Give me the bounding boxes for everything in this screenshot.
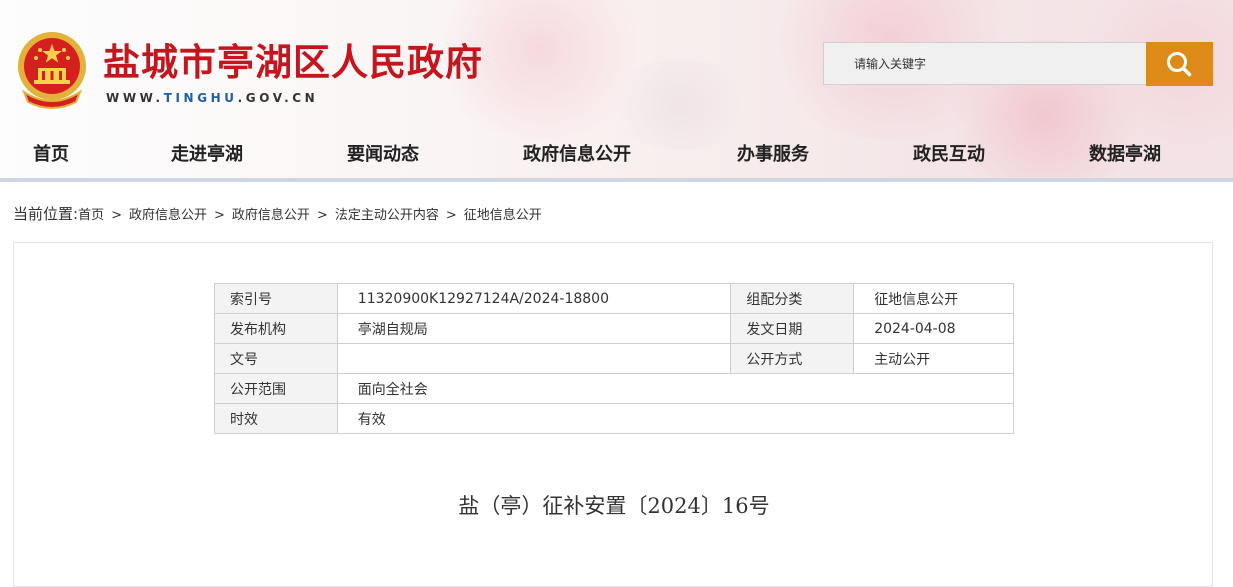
content-panel: 索引号 11320900K12927124A/2024-18800 组配分类 征… <box>13 242 1213 587</box>
search-button[interactable] <box>1146 42 1213 86</box>
breadcrumb-item[interactable]: 征地信息公开 <box>464 208 542 223</box>
site-url-prefix: WWW. <box>106 91 164 105</box>
nav-item-services[interactable]: 办事服务 <box>737 140 809 166</box>
nav-item-home[interactable]: 首页 <box>33 140 69 166</box>
breadcrumb-item[interactable]: 政府信息公开 <box>232 208 310 223</box>
document-meta-table: 索引号 11320900K12927124A/2024-18800 组配分类 征… <box>214 283 1015 434</box>
index-value: 11320900K12927124A/2024-18800 <box>336 283 732 314</box>
nav-item-about[interactable]: 走进亭湖 <box>171 140 243 166</box>
document-title: 盐（亭）征补安置〔2024〕16号 <box>458 494 770 518</box>
index-label: 索引号 <box>214 283 338 314</box>
date-value: 2024-04-08 <box>853 313 1014 344</box>
breadcrumb: 当前位置:首页 > 政府信息公开 > 政府信息公开 > 法定主动公开内容 > 征地信息公开 <box>13 203 542 224</box>
category-label: 组配分类 <box>730 283 855 314</box>
site-url-highlight: TINGHU <box>163 91 238 105</box>
search-input[interactable] <box>824 43 1134 84</box>
category-value: 征地信息公开 <box>853 283 1014 314</box>
national-emblem-icon <box>18 32 86 109</box>
table-row: 时效 有效 <box>214 403 1015 434</box>
breadcrumb-separator: > <box>316 208 328 223</box>
table-row: 发布机构 亭湖自规局 发文日期 2024-04-08 <box>214 313 1014 344</box>
nav-item-interaction[interactable]: 政民互动 <box>913 140 985 166</box>
docno-value <box>336 343 732 374</box>
publisher-label: 发布机构 <box>214 313 338 344</box>
site-url-suffix: .GOV.CN <box>237 91 319 105</box>
table-row: 公开范围 面向全社会 <box>214 373 1015 404</box>
breadcrumb-lead: 当前位置: <box>13 205 79 223</box>
method-value: 主动公开 <box>853 343 1014 374</box>
breadcrumb-separator: > <box>111 208 122 223</box>
scope-value: 面向全社会 <box>336 373 1015 404</box>
validity-label: 时效 <box>214 403 338 434</box>
breadcrumb-separator: > <box>445 208 457 223</box>
nav-divider <box>0 178 1233 182</box>
publisher-value: 亭湖自规局 <box>336 313 732 344</box>
search-icon <box>1167 52 1192 77</box>
validity-value: 有效 <box>336 403 1015 434</box>
docno-label: 文号 <box>214 343 338 374</box>
nav-item-news[interactable]: 要闻动态 <box>347 140 419 166</box>
main-nav: 首页 走进亭湖 要闻动态 政府信息公开 办事服务 政民互动 数据亭湖 <box>0 128 1233 178</box>
site-url: WWW.TINGHU.GOV.CN <box>106 91 318 105</box>
method-label: 公开方式 <box>730 343 855 374</box>
table-row: 文号 公开方式 主动公开 <box>214 343 1014 374</box>
scope-label: 公开范围 <box>214 373 338 404</box>
table-row: 索引号 11320900K12927124A/2024-18800 组配分类 征… <box>214 283 1014 314</box>
breadcrumb-separator: > <box>214 208 225 223</box>
site-title: 盐城市亭湖区人民政府 <box>103 41 483 84</box>
search-box <box>823 42 1147 85</box>
nav-item-data[interactable]: 数据亭湖 <box>1089 140 1161 166</box>
nav-item-gov-info[interactable]: 政府信息公开 <box>523 140 631 166</box>
breadcrumb-item[interactable]: 政府信息公开 <box>129 208 207 223</box>
breadcrumb-item[interactable]: 法定主动公开内容 <box>335 208 439 223</box>
date-label: 发文日期 <box>730 313 855 344</box>
breadcrumb-item[interactable]: 首页 <box>78 208 104 223</box>
